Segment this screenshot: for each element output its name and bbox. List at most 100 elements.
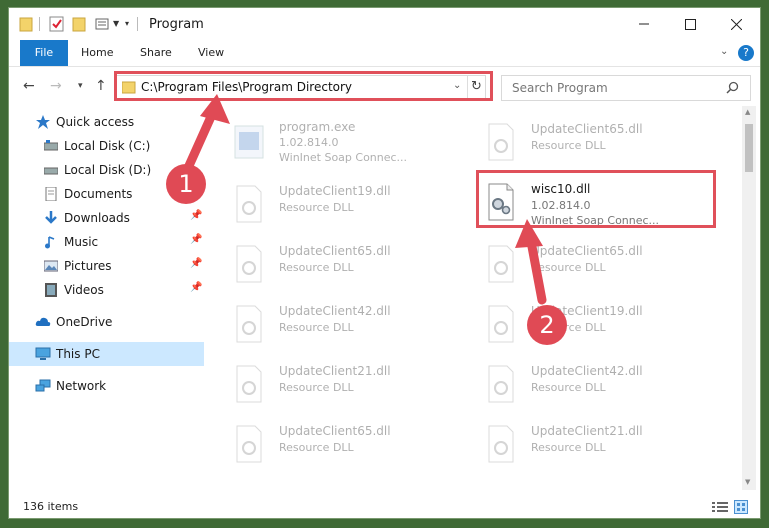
file-item[interactable]: UpdateClient65.dll Resource DLL bbox=[205, 418, 440, 472]
folder-icon bbox=[19, 17, 33, 32]
file-item[interactable]: UpdateClient42.dll Resource DLL bbox=[457, 358, 692, 412]
navigation-pane: Quick access Local Disk (C:) Local Disk … bbox=[9, 108, 204, 488]
sidebar-item-label: This PC bbox=[56, 347, 100, 361]
status-bar: 136 items bbox=[9, 496, 760, 518]
sidebar-item-downloads[interactable]: Downloads 📌 bbox=[9, 206, 204, 230]
cloud-icon bbox=[35, 317, 51, 326]
maximize-button[interactable] bbox=[667, 8, 713, 40]
dll-file-icon bbox=[236, 185, 262, 223]
file-type: Resource DLL bbox=[279, 201, 354, 214]
file-type: Resource DLL bbox=[531, 261, 606, 274]
tab-home[interactable]: Home bbox=[81, 40, 113, 66]
file-type: Resource DLL bbox=[279, 381, 354, 394]
dll-file-icon bbox=[488, 123, 514, 161]
close-button[interactable] bbox=[713, 8, 759, 40]
dll-file-icon bbox=[236, 425, 262, 463]
separator bbox=[137, 17, 138, 31]
forward-arrow-icon[interactable]: → bbox=[50, 78, 62, 94]
pin-icon[interactable]: 📌 bbox=[190, 282, 202, 293]
file-name: program.exe bbox=[279, 120, 356, 134]
sidebar-item-onedrive[interactable]: OneDrive bbox=[9, 310, 204, 334]
vertical-scrollbar[interactable]: ▲ ▼ bbox=[742, 106, 756, 490]
sidebar-item-pictures[interactable]: Pictures 📌 bbox=[9, 254, 204, 278]
computer-icon bbox=[35, 347, 51, 360]
item-count: 136 items bbox=[23, 500, 79, 513]
file-item[interactable]: UpdateClient21.dll Resource DLL bbox=[205, 358, 440, 412]
quick-access-toolbar-arrow-icon[interactable]: ▾ bbox=[125, 19, 129, 28]
file-list: program.exe 1.02.814.0 WinInet Soap Conn… bbox=[205, 106, 740, 488]
dll-file-icon bbox=[236, 245, 262, 283]
sidebar-item-local-disk-c[interactable]: Local Disk (C:) bbox=[9, 134, 204, 158]
sidebar-item-label: Quick access bbox=[56, 115, 135, 129]
tiles-view-icon[interactable] bbox=[734, 500, 748, 514]
sidebar-item-this-pc[interactable]: This PC bbox=[9, 342, 204, 366]
details-view-icon[interactable] bbox=[712, 501, 728, 513]
sidebar-item-quick-access[interactable]: Quick access bbox=[9, 110, 204, 134]
file-item[interactable]: UpdateClient65.dll Resource DLL bbox=[457, 238, 692, 292]
file-item-program-exe[interactable]: program.exe 1.02.814.0 WinInet Soap Conn… bbox=[205, 116, 440, 170]
sidebar-item-label: Network bbox=[56, 379, 107, 393]
search-input[interactable]: Search Program bbox=[501, 75, 751, 101]
dll-file-icon bbox=[236, 365, 262, 403]
drive-icon bbox=[44, 140, 58, 151]
file-type: Resource DLL bbox=[279, 321, 354, 334]
tab-file[interactable]: File bbox=[20, 40, 68, 66]
scroll-up-icon[interactable]: ▲ bbox=[745, 108, 750, 116]
tab-view[interactable]: View bbox=[198, 40, 224, 66]
dll-file-icon bbox=[488, 245, 514, 283]
new-folder-icon[interactable] bbox=[72, 16, 86, 32]
dll-file-icon bbox=[488, 305, 514, 343]
dropdown-arrow-icon[interactable]: ▼ bbox=[113, 19, 119, 28]
sidebar-item-label: Videos bbox=[64, 283, 104, 297]
minimize-icon bbox=[639, 23, 649, 25]
sidebar-item-label: Downloads bbox=[64, 211, 130, 225]
step-1-badge: 1 bbox=[166, 164, 206, 204]
customize-icon[interactable] bbox=[95, 16, 111, 32]
scrollbar-thumb[interactable] bbox=[745, 124, 753, 172]
pin-icon[interactable]: 📌 bbox=[190, 210, 202, 221]
sidebar-item-network[interactable]: Network bbox=[9, 374, 204, 398]
back-arrow-icon[interactable]: ← bbox=[23, 78, 35, 94]
documents-icon bbox=[45, 187, 57, 201]
up-arrow-icon[interactable]: ↑ bbox=[95, 78, 107, 94]
pin-icon[interactable]: 📌 bbox=[190, 234, 202, 245]
file-name: UpdateClient21.dll bbox=[531, 424, 643, 438]
address-bar-highlight bbox=[114, 71, 493, 101]
file-name: UpdateClient21.dll bbox=[279, 364, 391, 378]
file-name: UpdateClient65.dll bbox=[279, 244, 391, 258]
file-type: Resource DLL bbox=[279, 261, 354, 274]
sidebar-item-music[interactable]: Music 📌 bbox=[9, 230, 204, 254]
file-item[interactable]: UpdateClient19.dll Resource DLL bbox=[457, 298, 692, 352]
exe-file-icon bbox=[234, 125, 264, 159]
file-item[interactable]: UpdateClient42.dll Resource DLL bbox=[205, 298, 440, 352]
file-description: WinInet Soap Connec... bbox=[279, 151, 408, 164]
download-icon bbox=[45, 211, 57, 224]
properties-icon[interactable] bbox=[49, 16, 65, 32]
maximize-icon bbox=[684, 19, 696, 30]
separator bbox=[39, 17, 40, 31]
dll-file-icon bbox=[488, 425, 514, 463]
file-item[interactable]: UpdateClient65.dll Resource DLL bbox=[457, 116, 692, 170]
file-name: UpdateClient42.dll bbox=[279, 304, 391, 318]
sidebar-item-label: Pictures bbox=[64, 259, 112, 273]
scroll-down-icon[interactable]: ▼ bbox=[745, 478, 750, 486]
dll-file-icon bbox=[236, 305, 262, 343]
sidebar-item-videos[interactable]: Videos 📌 bbox=[9, 278, 204, 302]
file-version: 1.02.814.0 bbox=[279, 136, 339, 149]
file-item[interactable]: UpdateClient19.dll Resource DLL bbox=[205, 178, 440, 232]
tab-share[interactable]: Share bbox=[140, 40, 172, 66]
sidebar-item-label: Music bbox=[64, 235, 99, 249]
pictures-icon bbox=[44, 260, 58, 272]
file-name: UpdateClient65.dll bbox=[531, 122, 643, 136]
help-icon[interactable]: ? bbox=[738, 45, 754, 61]
recent-locations-icon[interactable]: ▾ bbox=[78, 81, 83, 91]
file-type: Resource DLL bbox=[531, 139, 606, 152]
file-item[interactable]: UpdateClient65.dll Resource DLL bbox=[205, 238, 440, 292]
network-icon bbox=[35, 379, 51, 392]
file-item[interactable]: UpdateClient21.dll Resource DLL bbox=[457, 418, 692, 472]
sidebar-item-label: Local Disk (D:) bbox=[64, 163, 152, 177]
dll-file-icon bbox=[488, 365, 514, 403]
minimize-button[interactable] bbox=[621, 8, 667, 40]
pin-icon[interactable]: 📌 bbox=[190, 258, 202, 269]
ribbon-expand-icon[interactable]: ⌄ bbox=[720, 46, 728, 57]
